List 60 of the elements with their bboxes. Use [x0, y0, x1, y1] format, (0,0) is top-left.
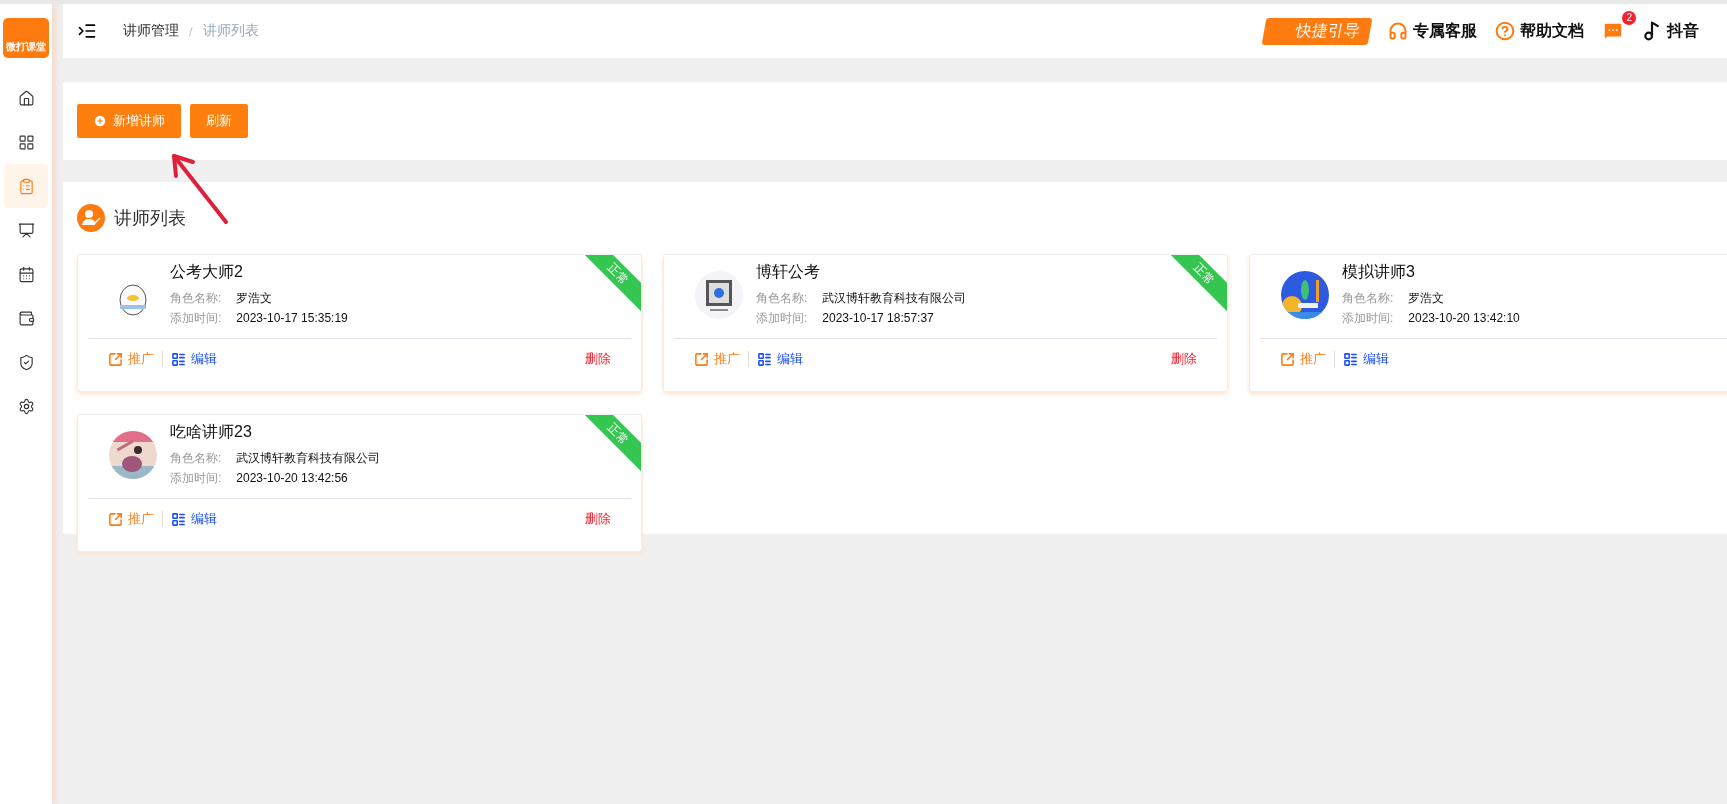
breadcrumb-item: 讲师列表 — [202, 22, 259, 40]
list-icon — [757, 351, 772, 367]
edit-link[interactable]: 编辑 — [171, 350, 217, 368]
field-label: 添加时间: — [756, 310, 808, 327]
field-label: 角色名称: — [756, 290, 808, 307]
list-icon — [1343, 351, 1358, 367]
notification-badge: 2 — [1622, 11, 1636, 25]
promote-link[interactable]: 推广 — [1280, 350, 1326, 368]
field-label: 角色名称: — [1342, 290, 1394, 307]
role-name: 武汉博轩教育科技有限公司 — [236, 450, 381, 467]
add-lecturer-button[interactable]: 新增讲师 — [77, 104, 181, 138]
added-time: 2023-10-20 13:42:10 — [1408, 310, 1520, 327]
share-icon — [108, 351, 123, 367]
field-label: 角色名称: — [170, 450, 222, 467]
share-icon — [108, 511, 123, 527]
field-label: 角色名称: — [170, 290, 222, 307]
added-time: 2023-10-17 18:57:37 — [822, 310, 934, 327]
lecturer-name: 公考大师2 — [170, 262, 244, 282]
list-icon — [171, 511, 186, 527]
field-label: 添加时间: — [170, 470, 222, 487]
edit-link[interactable]: 编辑 — [1343, 350, 1389, 368]
menu-toggle-icon[interactable] — [77, 21, 97, 41]
share-icon — [694, 351, 709, 367]
lecturer-name: 博轩公考 — [756, 262, 821, 282]
promote-link[interactable]: 推广 — [108, 350, 154, 368]
messages-icon[interactable] — [1602, 20, 1624, 42]
question-icon — [1495, 21, 1515, 41]
plus-icon — [93, 114, 107, 128]
headset-icon — [1388, 21, 1408, 41]
delete-link[interactable]: 删除 — [1171, 350, 1197, 368]
clipboard-icon[interactable] — [4, 164, 48, 208]
logo-text: 微打课堂 — [6, 40, 46, 54]
added-time: 2023-10-17 15:35:19 — [236, 310, 348, 327]
breadcrumb-separator: / — [189, 23, 193, 39]
share-icon — [1280, 351, 1295, 367]
role-name: 武汉博轩教育科技有限公司 — [822, 290, 967, 307]
role-name: 罗浩文 — [1408, 290, 1445, 307]
lecturer-icon — [77, 204, 105, 232]
field-label: 添加时间: — [1342, 310, 1394, 327]
promote-link[interactable]: 推广 — [108, 510, 154, 528]
douyin-link[interactable]: 抖音 — [1642, 20, 1699, 42]
help-docs-link[interactable]: 帮助文档 — [1495, 20, 1584, 42]
music-note-icon — [1642, 21, 1662, 41]
edit-link[interactable]: 编辑 — [757, 350, 803, 368]
customer-service-link[interactable]: 专属客服 — [1388, 20, 1477, 42]
delete-link[interactable]: 删除 — [585, 510, 611, 528]
delete-link[interactable]: 删除 — [585, 350, 611, 368]
added-time: 2023-10-20 13:42:56 — [236, 470, 348, 487]
quick-guide-button[interactable]: 快捷引导 — [1261, 17, 1373, 45]
lecturer-name: 吃啥讲师23 — [170, 422, 253, 442]
breadcrumb-item[interactable]: 讲师管理 — [123, 22, 179, 40]
app-logo[interactable]: 微打课堂 — [3, 18, 49, 58]
role-name: 罗浩文 — [236, 290, 273, 307]
section-title: 讲师列表 — [114, 207, 186, 230]
lecturer-name: 模拟讲师3 — [1342, 262, 1416, 282]
refresh-button[interactable]: 刷新 — [190, 104, 248, 138]
promote-link[interactable]: 推广 — [694, 350, 740, 368]
edit-link[interactable]: 编辑 — [171, 510, 217, 528]
field-label: 添加时间: — [170, 310, 222, 327]
list-icon — [171, 351, 186, 367]
